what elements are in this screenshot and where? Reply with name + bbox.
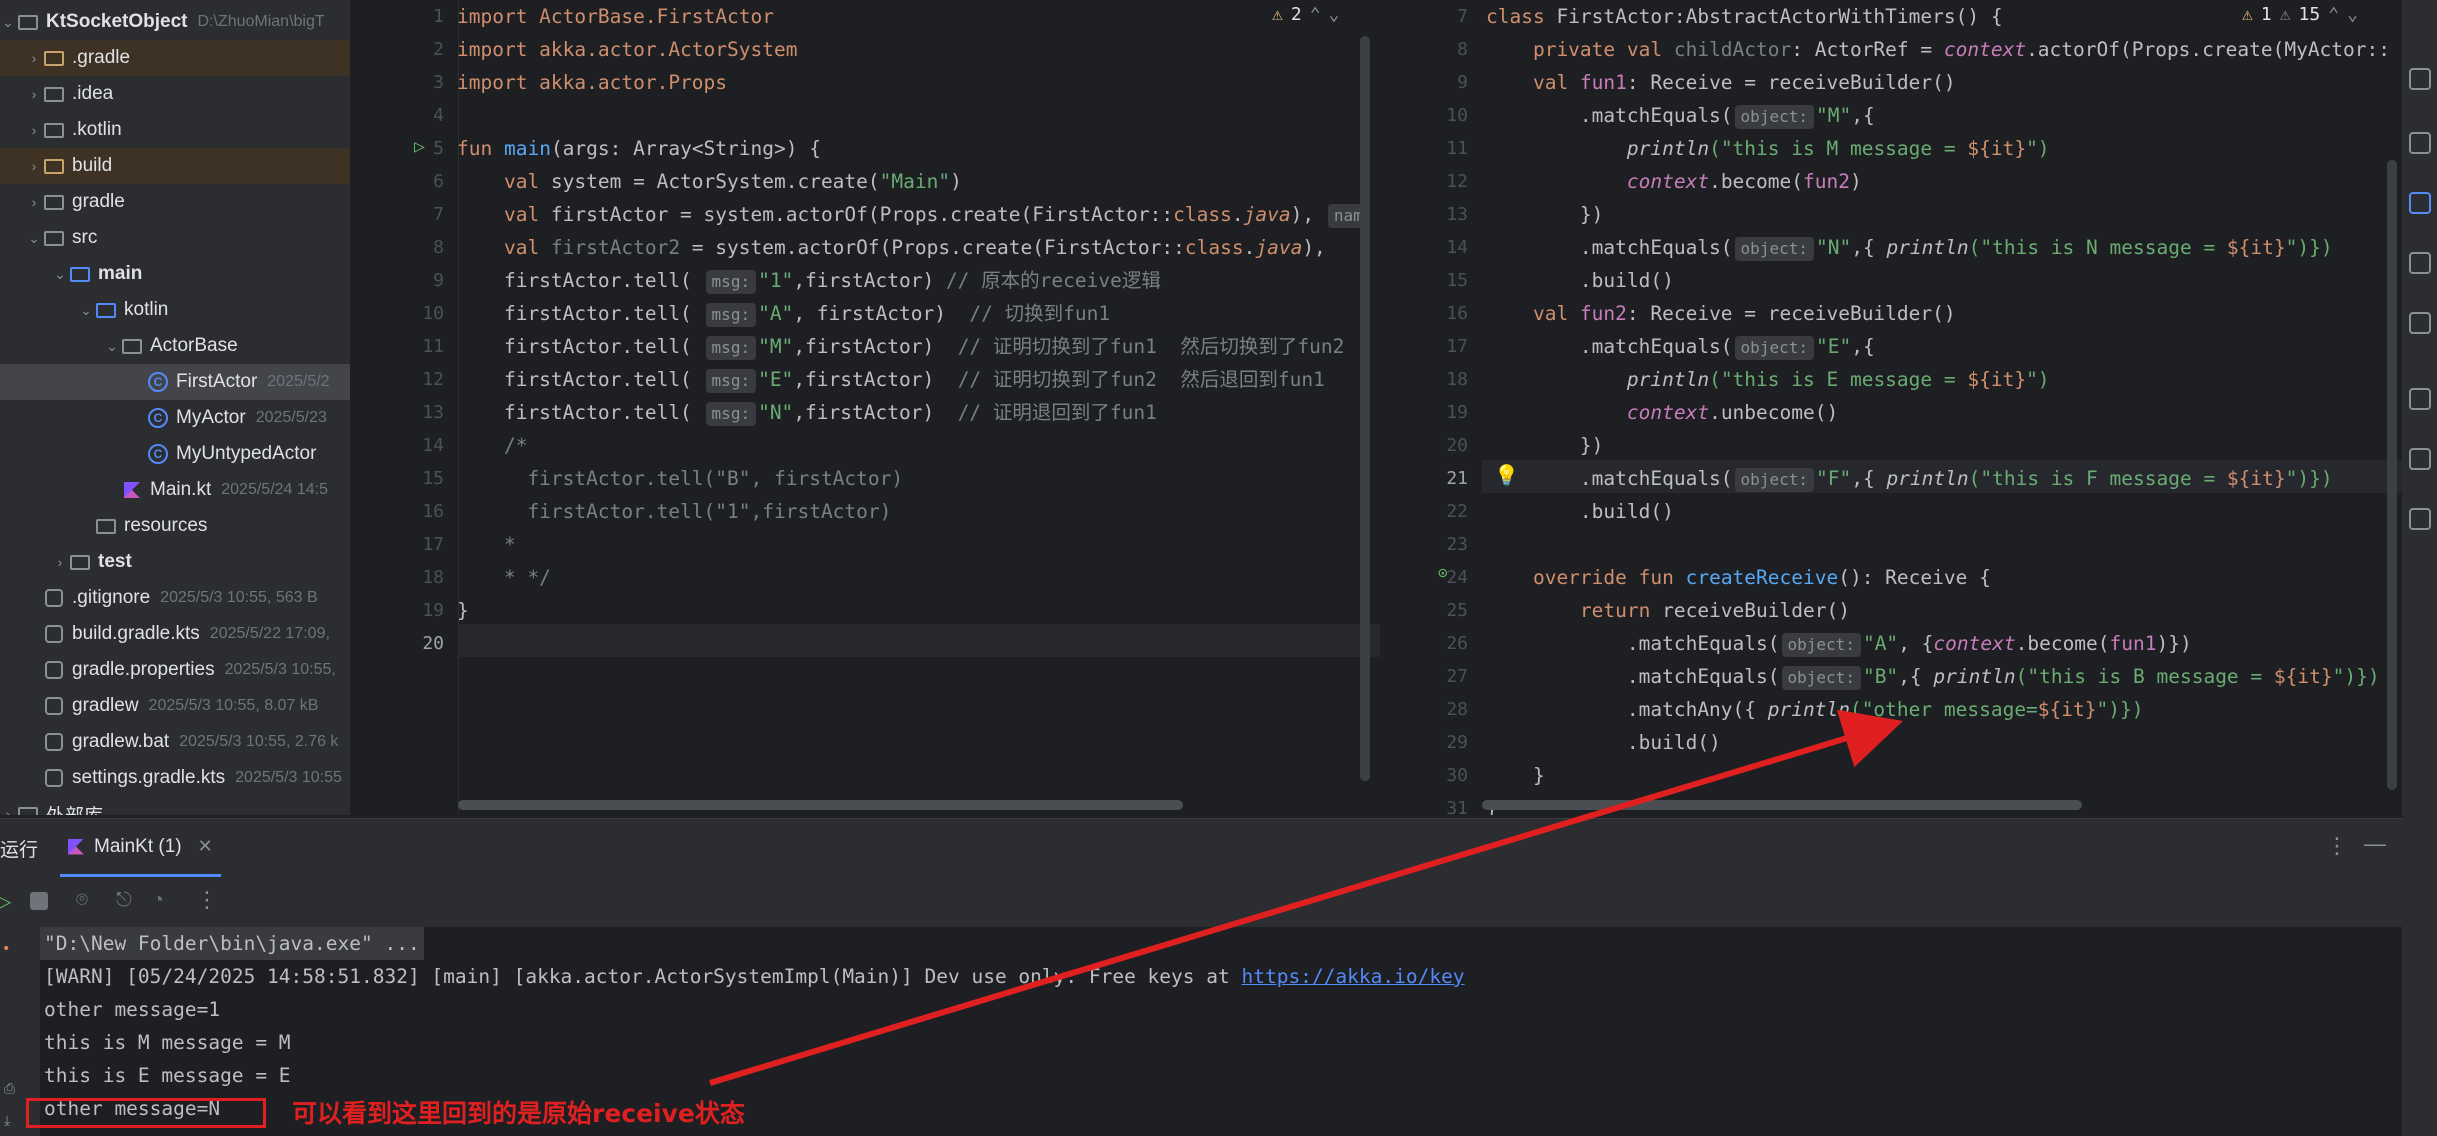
annotation-arrow xyxy=(709,709,1903,1086)
annotation-arrow-line xyxy=(709,709,1903,1086)
